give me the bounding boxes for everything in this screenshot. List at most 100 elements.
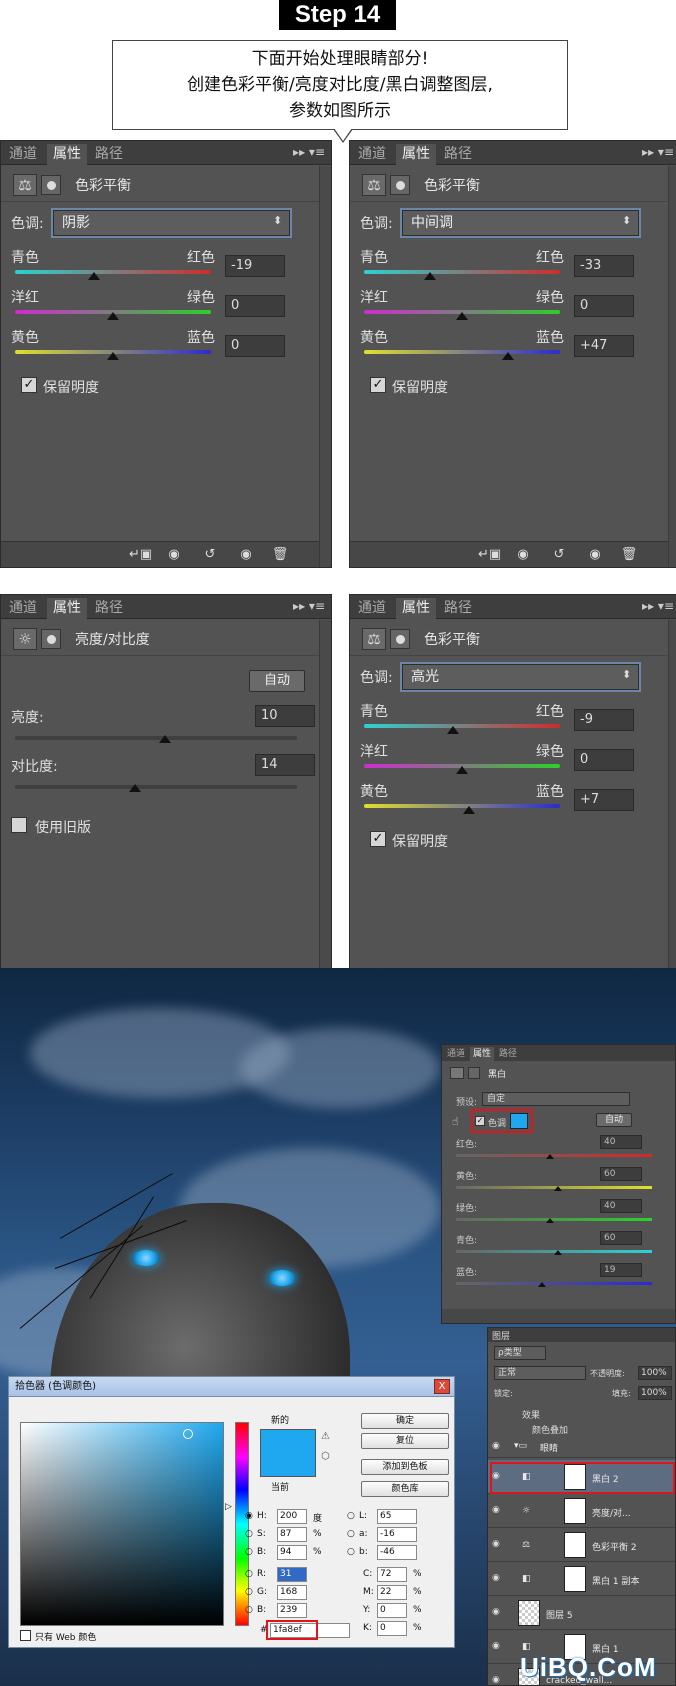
cyan-red-slider-thumb[interactable] xyxy=(88,272,101,280)
channel-slider-track[interactable] xyxy=(456,1282,652,1285)
radio-rgb[interactable]: ○ xyxy=(245,1569,253,1579)
radio-rgb[interactable]: ○ xyxy=(245,1605,253,1615)
panel-menu-icon[interactable]: ▸▸ ▾≡ xyxy=(293,145,325,159)
cyan-red-slider-thumb[interactable] xyxy=(447,726,460,734)
reset-icon[interactable]: ↺ xyxy=(199,546,221,564)
tab-paths[interactable]: 路径 xyxy=(438,598,478,619)
reset-button[interactable]: 复位 xyxy=(361,1433,449,1449)
panel-scrollbar[interactable] xyxy=(668,166,676,567)
hsb-input[interactable]: 200 xyxy=(277,1509,307,1524)
panel-menu-icon[interactable]: ▸▸ ▾≡ xyxy=(293,599,325,613)
tab-properties[interactable]: 属性 xyxy=(470,1047,495,1061)
layer-mask-thumbnail[interactable] xyxy=(564,1566,586,1592)
contrast-input[interactable]: 14 xyxy=(255,754,315,776)
visibility-eye-icon[interactable]: ◉ xyxy=(492,1505,500,1515)
yellow-blue-slider-track[interactable] xyxy=(364,350,560,354)
preserve-luminosity-checkbox[interactable]: ✓ xyxy=(370,377,386,393)
close-button[interactable]: X xyxy=(434,1379,450,1394)
mask-icon[interactable] xyxy=(390,629,410,649)
channel-input[interactable]: 40 xyxy=(600,1199,642,1213)
legacy-checkbox[interactable] xyxy=(11,817,27,833)
tone-select-arrow[interactable]: ⬍ xyxy=(273,214,282,227)
cmyk-input[interactable]: 72 xyxy=(377,1567,407,1582)
visibility-eye-icon[interactable]: ◉ xyxy=(492,1539,500,1549)
radio-lab[interactable]: ○ xyxy=(347,1547,355,1557)
visibility-eye-icon[interactable]: ◉ xyxy=(492,1607,500,1617)
hand-tool-icon[interactable]: ☝ xyxy=(452,1115,459,1128)
lab-input[interactable]: -46 xyxy=(377,1545,417,1560)
mask-icon[interactable] xyxy=(41,629,61,649)
web-only-checkbox[interactable] xyxy=(20,1630,31,1641)
tab-layers[interactable]: 图层 xyxy=(492,1329,510,1342)
yellow-blue-slider-thumb[interactable] xyxy=(502,352,515,360)
layer-mask-thumbnail[interactable] xyxy=(564,1532,586,1558)
contrast-slider-thumb[interactable] xyxy=(129,784,142,792)
tab-paths[interactable]: 路径 xyxy=(496,1047,520,1061)
auto-button[interactable]: 自动 xyxy=(249,670,305,692)
tab-properties[interactable]: 属性 xyxy=(47,598,87,619)
layer-row[interactable]: ◉ ◧ 黑白 1 副本 xyxy=(488,1562,675,1596)
tab-paths[interactable]: 路径 xyxy=(438,144,478,165)
channel-input[interactable]: 60 xyxy=(600,1167,642,1181)
panel-scrollbar[interactable] xyxy=(668,620,676,1021)
auto-button[interactable]: 自动 xyxy=(596,1113,632,1127)
tab-properties[interactable]: 属性 xyxy=(396,598,436,619)
mask-icon[interactable] xyxy=(390,175,410,195)
radio-rgb[interactable]: ○ xyxy=(245,1587,253,1597)
rgb-input[interactable]: 239 xyxy=(277,1603,307,1618)
tone-select[interactable]: 高光 xyxy=(402,664,639,690)
tab-channels[interactable]: 通道 xyxy=(3,144,43,165)
preserve-luminosity-checkbox[interactable]: ✓ xyxy=(21,377,37,393)
yellow-blue-input[interactable]: 0 xyxy=(225,335,285,357)
layer-row[interactable]: ◉ ⚖ 色彩平衡 2 xyxy=(488,1528,675,1562)
cyan-red-slider-thumb[interactable] xyxy=(423,272,436,280)
tab-channels[interactable]: 通道 xyxy=(352,598,392,619)
layer-mask-thumbnail[interactable] xyxy=(564,1498,586,1524)
mask-icon[interactable] xyxy=(468,1067,480,1079)
cyan-red-input[interactable]: -19 xyxy=(225,255,285,277)
tone-select[interactable]: 阴影 xyxy=(53,210,290,236)
brightness-input[interactable]: 10 xyxy=(255,705,315,727)
hsb-input[interactable]: 94 xyxy=(277,1545,307,1560)
radio-hsb[interactable]: ◉ xyxy=(245,1511,253,1521)
lab-input[interactable]: 65 xyxy=(377,1509,417,1524)
fill-input[interactable]: 100% xyxy=(638,1386,672,1400)
magenta-green-slider-thumb[interactable] xyxy=(456,312,468,320)
tone-select-arrow[interactable]: ⬍ xyxy=(622,214,631,227)
clip-to-layer-icon[interactable]: ↵▣ xyxy=(129,546,152,564)
tab-properties[interactable]: 属性 xyxy=(396,144,436,165)
cmyk-input[interactable]: 0 xyxy=(377,1603,407,1618)
radio-hsb[interactable]: ○ xyxy=(245,1529,253,1539)
brightness-slider-track[interactable] xyxy=(15,736,297,740)
web-safe-cube-icon[interactable]: ⬡ xyxy=(321,1451,330,1462)
panel-scrollbar[interactable] xyxy=(319,620,331,1021)
channel-input[interactable]: 60 xyxy=(600,1231,642,1245)
rgb-input[interactable]: 168 xyxy=(277,1585,307,1600)
tab-channels[interactable]: 通道 xyxy=(3,598,43,619)
magenta-green-slider-thumb[interactable] xyxy=(456,766,468,774)
radio-hsb[interactable]: ○ xyxy=(245,1547,253,1557)
channel-slider-thumb[interactable] xyxy=(537,1282,546,1287)
reset-icon[interactable]: ↺ xyxy=(548,546,570,564)
cmyk-input[interactable]: 0 xyxy=(377,1621,407,1636)
tone-select[interactable]: 中间调 xyxy=(402,210,639,236)
cyan-red-slider-track[interactable] xyxy=(364,270,560,274)
color-field-marker[interactable] xyxy=(183,1429,193,1439)
preset-select[interactable]: 自定 xyxy=(482,1092,630,1106)
tab-channels[interactable]: 通道 xyxy=(444,1047,468,1061)
hue-slider-arrow-icon[interactable]: ▷ xyxy=(225,1502,232,1512)
visibility-eye-icon[interactable]: ◉ xyxy=(492,1573,500,1583)
hsb-input[interactable]: 87 xyxy=(277,1527,307,1542)
channel-slider-thumb[interactable] xyxy=(546,1218,555,1223)
layer-group-eyes[interactable]: ◉ ▾▭ 眼睛 xyxy=(488,1436,675,1458)
tab-paths[interactable]: 路径 xyxy=(89,598,129,619)
channel-slider-thumb[interactable] xyxy=(546,1154,555,1159)
layer-row[interactable]: ◉ 图层 5 xyxy=(488,1596,675,1630)
channel-slider-thumb[interactable] xyxy=(553,1250,562,1255)
visibility-eye-icon[interactable]: ◉ xyxy=(584,546,606,564)
brightness-slider-thumb[interactable] xyxy=(159,735,172,743)
cmyk-input[interactable]: 22 xyxy=(377,1585,407,1600)
tone-select-arrow[interactable]: ⬍ xyxy=(622,668,631,681)
layer-row[interactable]: ◉ ☼ 亮度/对... xyxy=(488,1494,675,1528)
magenta-green-input[interactable]: 0 xyxy=(225,295,285,317)
